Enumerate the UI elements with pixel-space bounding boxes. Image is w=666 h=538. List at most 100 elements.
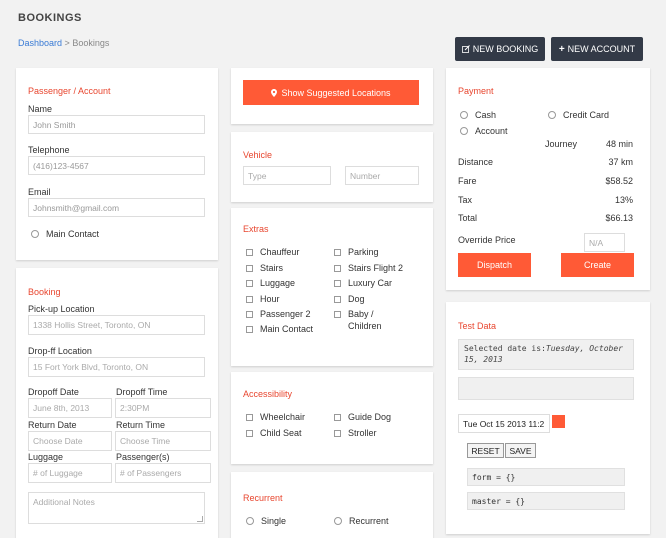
access-stroller[interactable]: Stroller — [334, 428, 377, 438]
breadcrumb-separator: > — [64, 38, 70, 48]
access-checkbox[interactable] — [334, 413, 341, 421]
date-input-field[interactable]: Tue Oct 15 2013 11:2 — [458, 414, 550, 433]
dispatch-button[interactable]: Dispatch — [458, 253, 531, 277]
return-time-field[interactable]: Choose Time — [115, 431, 211, 451]
total-value: $66.13 — [605, 213, 633, 223]
extra-checkbox[interactable] — [334, 279, 341, 287]
telephone-label: Telephone — [28, 145, 70, 155]
empty-display — [458, 377, 634, 400]
main-contact-radio[interactable] — [31, 230, 39, 238]
access-label: Wheelchair — [260, 412, 306, 422]
extra-luggage[interactable]: Luggage — [246, 278, 295, 288]
extra-checkbox[interactable] — [246, 264, 253, 272]
vehicle-type-field[interactable]: Type — [243, 166, 331, 185]
journey-label: Journey — [545, 139, 578, 149]
main-contact-label: Main Contact — [46, 229, 100, 239]
reset-button[interactable]: RESET — [467, 443, 504, 458]
new-account-button[interactable]: + NEW ACCOUNT — [551, 37, 643, 61]
single-label: Single — [261, 516, 287, 526]
passengers-label: Passenger(s) — [116, 452, 170, 462]
create-button[interactable]: Create — [561, 253, 634, 277]
extra-label: Main Contact — [260, 324, 314, 334]
recurrent-single-option[interactable]: Single — [246, 516, 286, 526]
extra-label: Passenger 2 — [260, 309, 311, 319]
luggage-field[interactable]: # of Luggage — [28, 463, 112, 483]
extra-checkbox[interactable] — [334, 264, 341, 272]
access-checkbox[interactable] — [246, 413, 253, 421]
cash-radio[interactable] — [460, 111, 468, 119]
extra-checkbox[interactable] — [246, 248, 253, 256]
extra-label: Stairs — [260, 263, 284, 273]
vehicle-number-field[interactable]: Number — [345, 166, 419, 185]
extra-checkbox[interactable] — [334, 295, 341, 303]
access-label: Guide Dog — [348, 412, 392, 422]
resize-handle-icon[interactable] — [197, 516, 203, 522]
payment-credit-option[interactable]: Credit Card — [548, 110, 609, 120]
payment-account-option[interactable]: Account — [460, 126, 508, 136]
main-contact-option[interactable]: Main Contact — [31, 229, 99, 239]
credit-radio[interactable] — [548, 111, 556, 119]
single-radio[interactable] — [246, 517, 254, 525]
telephone-field[interactable]: (416)123-4567 — [28, 156, 205, 175]
extra-stairs[interactable]: Stairs — [246, 263, 283, 273]
testdata-title: Test Data — [458, 321, 497, 331]
access-wheelchair[interactable]: Wheelchair — [246, 412, 305, 422]
tax-value: 13% — [614, 195, 633, 205]
plus-icon: + — [558, 43, 565, 55]
extra-checkbox[interactable] — [246, 310, 253, 318]
access-label: Child Seat — [260, 428, 302, 438]
distance-row: Distance 37 km — [458, 157, 633, 167]
date-picker-button[interactable] — [552, 415, 565, 428]
extra-dog[interactable]: Dog — [334, 294, 365, 304]
extra-checkbox[interactable] — [334, 248, 341, 256]
booking-title: Booking — [28, 287, 61, 297]
pickup-field[interactable]: 1338 Hollis Street, Toronto, ON — [28, 315, 205, 335]
dropoff-time-field[interactable]: 2:30PM — [115, 398, 211, 418]
email-label: Email — [28, 187, 51, 197]
selected-date-display: Selected date is:Tuesday, October 15, 20… — [458, 339, 634, 370]
name-field[interactable]: John Smith — [28, 115, 205, 134]
breadcrumb-dashboard[interactable]: Dashboard — [18, 38, 62, 48]
access-checkbox[interactable] — [246, 429, 253, 437]
fare-label: Fare — [458, 176, 477, 186]
show-suggested-locations-button[interactable]: Show Suggested Locations — [243, 80, 419, 105]
recurrent-title: Recurrent — [243, 493, 283, 503]
dropoff-field[interactable]: 15 Fort York Blvd, Toronto, ON — [28, 357, 205, 377]
recurrent-radio[interactable] — [334, 517, 342, 525]
extra-luxury-car[interactable]: Luxury Car — [334, 278, 392, 288]
extra-checkbox[interactable] — [246, 325, 253, 333]
extra-passenger-2[interactable]: Passenger 2 — [246, 309, 311, 319]
extra-hour[interactable]: Hour — [246, 294, 280, 304]
extra-main-contact[interactable]: Main Contact — [246, 324, 313, 334]
extra-checkbox[interactable] — [246, 279, 253, 287]
access-child-seat[interactable]: Child Seat — [246, 428, 302, 438]
fare-row: Fare $58.52 — [458, 176, 633, 186]
journey-value: 48 min — [605, 139, 633, 149]
return-date-label: Return Date — [28, 420, 77, 430]
name-label: Name — [28, 104, 53, 114]
passengers-field[interactable]: # of Passengers — [115, 463, 211, 483]
dropoff-date-field[interactable]: June 8th, 2013 — [28, 398, 112, 418]
extra-chauffeur[interactable]: Chauffeur — [246, 247, 299, 257]
recurrent-card — [231, 472, 433, 538]
save-button[interactable]: SAVE — [505, 443, 536, 458]
new-booking-button[interactable]: NEW BOOKING — [455, 37, 545, 61]
email-field[interactable]: Johnsmith@gmail.com — [28, 198, 205, 217]
account-radio[interactable] — [460, 127, 468, 135]
extra-baby-children[interactable]: Baby / — [334, 309, 374, 319]
extra-checkbox[interactable] — [246, 295, 253, 303]
new-booking-label: NEW BOOKING — [472, 44, 539, 54]
extra-checkbox[interactable] — [334, 310, 341, 318]
payment-cash-option[interactable]: Cash — [460, 110, 496, 120]
breadcrumb: Dashboard > Bookings — [18, 38, 109, 48]
extra-parking[interactable]: Parking — [334, 247, 379, 257]
extra-stairs-flight-2[interactable]: Stairs Flight 2 — [334, 263, 403, 273]
access-checkbox[interactable] — [334, 429, 341, 437]
return-date-field[interactable]: Choose Date — [28, 431, 112, 451]
access-guide-dog[interactable]: Guide Dog — [334, 412, 391, 422]
extra-label: Hour — [260, 294, 280, 304]
notes-textarea[interactable]: Additional Notes — [28, 492, 205, 524]
cash-label: Cash — [475, 110, 497, 120]
override-price-field[interactable]: N/A — [584, 233, 625, 252]
recurrent-recurrent-option[interactable]: Recurrent — [334, 516, 389, 526]
